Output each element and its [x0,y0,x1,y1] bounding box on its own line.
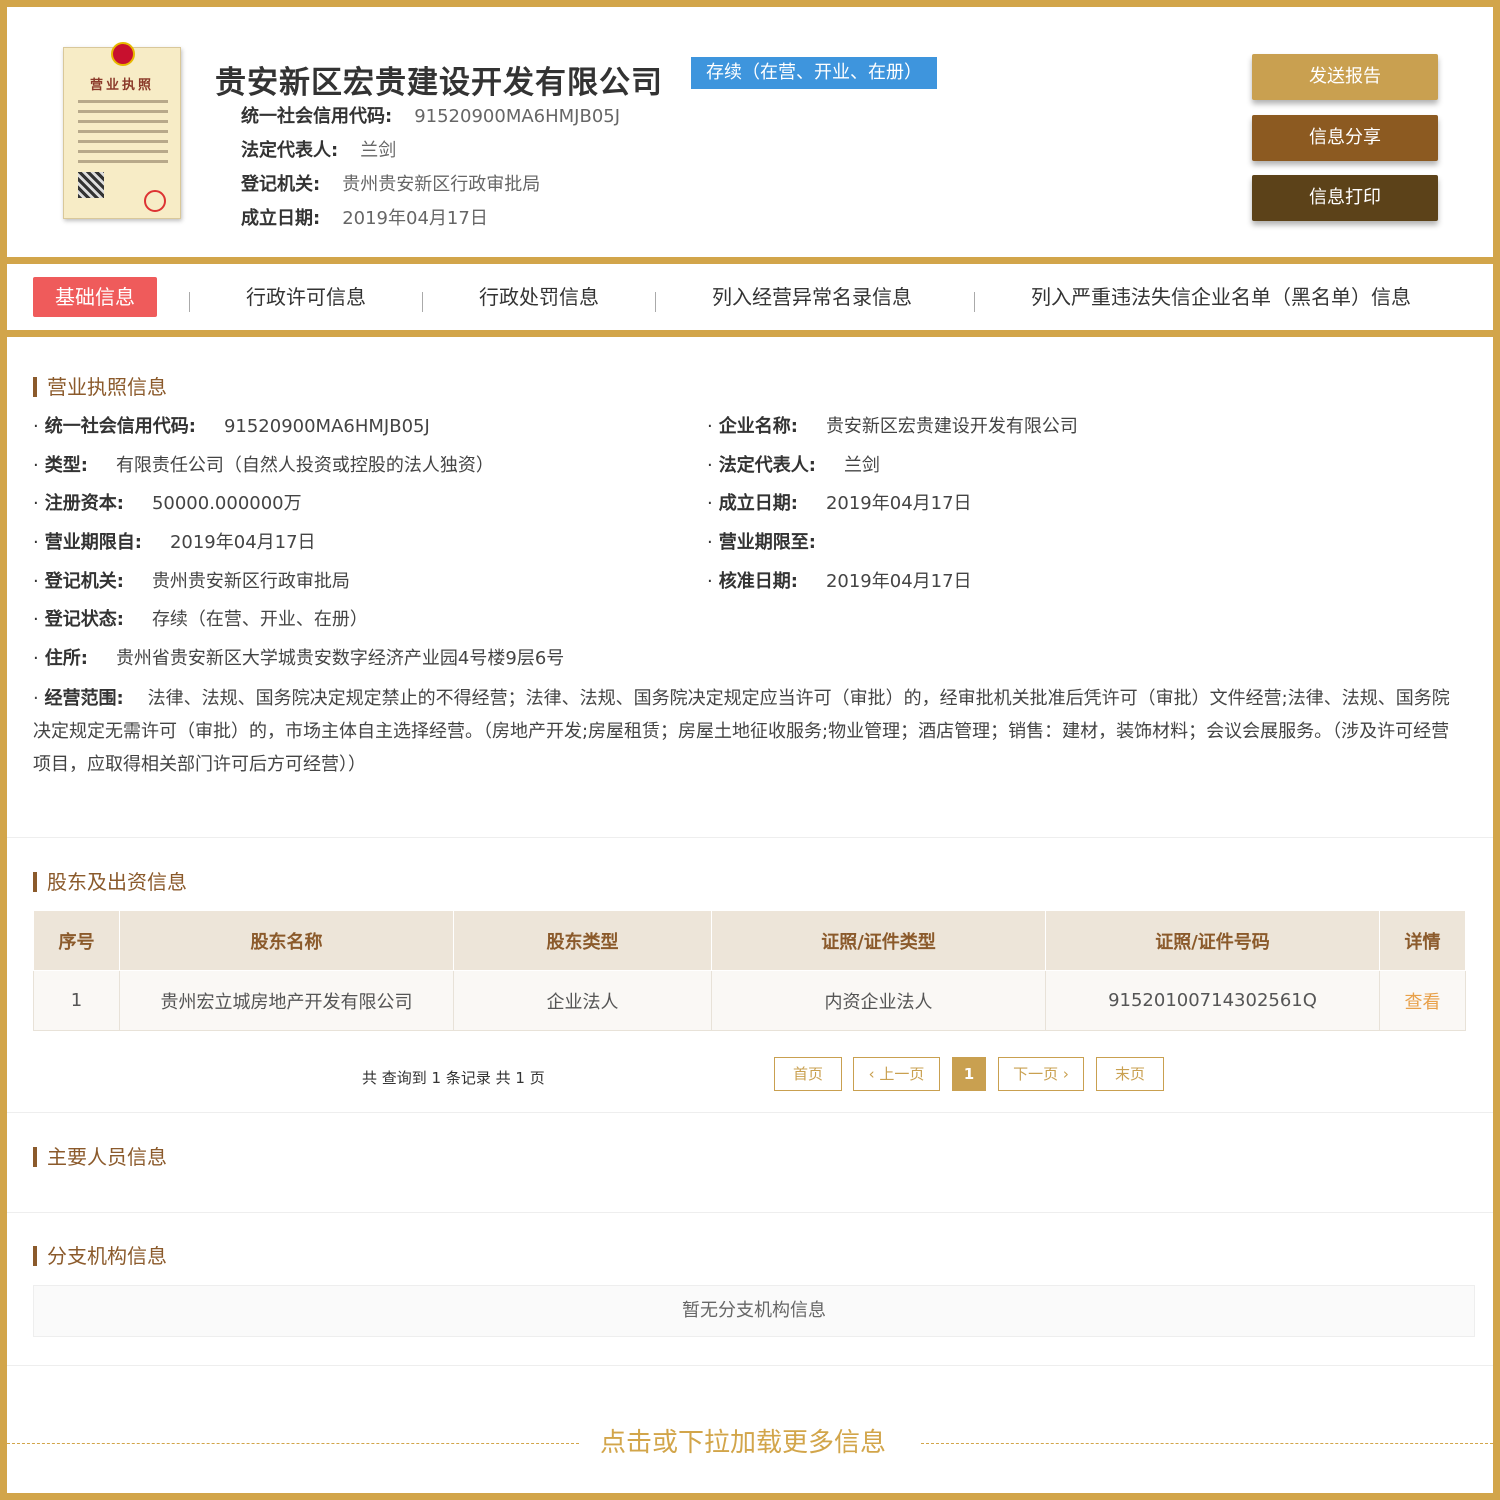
seal-icon [144,190,166,212]
info-type: · 类型: 有限责任公司（自然人投资或控股的法人独资） [33,455,494,476]
qr-code-icon [78,172,104,198]
pager-next-button[interactable]: 下一页 › [998,1057,1084,1091]
cell-id-type: 内资企业法人 [711,970,1046,1031]
tab-blacklist[interactable]: 列入严重违法失信企业名单（黑名单）信息 [1031,277,1411,317]
dashed-line [7,1443,579,1444]
tab-separator [655,292,656,312]
header-field-credit-code: 统一社会信用代码: 91520900MA6HMJB05J [241,106,621,127]
info-term-from: · 营业期限自: 2019年04月17日 [33,532,316,553]
cell-id-number: 91520100714302561Q [1045,970,1380,1031]
col-index: 序号 [33,910,120,971]
share-info-button[interactable]: 信息分享 [1252,115,1438,161]
section-title: 股东及出资信息 [33,870,187,894]
table-header-row: 序号 股东名称 股东类型 证照/证件类型 证照/证件号码 详情 [33,910,1466,971]
send-report-button[interactable]: 发送报告 [1252,54,1438,100]
dashed-line [921,1443,1493,1444]
tab-admin-penalty[interactable]: 行政处罚信息 [479,277,599,317]
info-address: · 住所: 贵州省贵安新区大学城贵安数字经济产业园4号楼9层6号 [33,648,565,669]
header-field-legal-rep: 法定代表人: 兰剑 [241,140,397,161]
business-license-image[interactable]: 营业执照 [63,42,181,219]
info-status: · 登记状态: 存续（在营、开业、在册） [33,609,368,630]
pager-last-button[interactable]: 末页 [1096,1057,1164,1091]
section-title: 分支机构信息 [33,1244,167,1268]
tab-bar: 基础信息 行政许可信息 行政处罚信息 列入经营异常名录信息 列入严重违法失信企业… [7,264,1493,330]
tab-separator [974,292,975,312]
tab-admin-license[interactable]: 行政许可信息 [246,277,366,317]
tab-abnormal-list[interactable]: 列入经营异常名录信息 [712,277,912,317]
load-more-text[interactable]: 点击或下拉加载更多信息 [600,1423,886,1463]
branch-empty-message: 暂无分支机构信息 [33,1285,1475,1337]
page-frame: 营业执照 贵安新区宏贵建设开发有限公司 存续（在营、开业、在册） 统一社会信用代… [7,7,1493,1493]
info-legal-rep: · 法定代表人: 兰剑 [707,455,880,476]
tab-basic-info[interactable]: 基础信息 [33,277,157,317]
divider [7,257,1493,264]
tab-separator [189,292,190,312]
cell-shareholder-type: 企业法人 [453,970,712,1031]
license-text-lines [78,100,168,170]
col-details: 详情 [1379,910,1466,971]
print-info-button[interactable]: 信息打印 [1252,175,1438,221]
info-authority: · 登记机关: 贵州贵安新区行政审批局 [33,571,350,592]
table-row: 1 贵州宏立城房地产开发有限公司 企业法人 内资企业法人 91520100714… [33,970,1466,1031]
shareholder-table: 序号 股东名称 股东类型 证照/证件类型 证照/证件号码 详情 1 贵州宏立城房… [33,910,1466,1031]
pager-current-page[interactable]: 1 [952,1057,986,1091]
business-scope: · 经营范围: 法律、法规、国务院决定规定禁止的不得经营；法律、法规、国务院决定规… [33,688,1450,775]
divider [7,330,1493,337]
license-info-section: 营业执照信息 · 统一社会信用代码: 91520900MA6HMJB05J · 类型:… [7,337,1493,837]
cell-shareholder-name: 贵州宏立城房地产开发有限公司 [119,970,454,1031]
pager-summary: 共 查询到 1 条记录 共 1 页 [362,1069,545,1087]
col-shareholder-name: 股东名称 [119,910,454,971]
col-id-number: 证照/证件号码 [1045,910,1380,971]
info-credit-code: · 统一社会信用代码: 91520900MA6HMJB05J [33,416,430,437]
section-divider [7,1365,1493,1366]
col-shareholder-type: 股东类型 [453,910,712,971]
info-capital: · 注册资本: 50000.000000万 [33,493,302,514]
section-title: 主要人员信息 [33,1145,167,1169]
info-founded: · 成立日期: 2019年04月17日 [707,493,972,514]
col-id-type: 证照/证件类型 [711,910,1046,971]
section-divider [7,1112,1493,1113]
header-field-founded: 成立日期: 2019年04月17日 [241,208,488,229]
load-more[interactable]: 点击或下拉加载更多信息 [7,1423,1493,1463]
info-company-name: · 企业名称: 贵安新区宏贵建设开发有限公司 [707,416,1078,437]
info-approval-date: · 核准日期: 2019年04月17日 [707,571,972,592]
section-divider [7,837,1493,838]
section-title: 营业执照信息 [33,375,167,399]
view-details-link[interactable]: 查看 [1379,970,1466,1031]
company-name: 贵安新区宏贵建设开发有限公司 [215,65,663,101]
tab-separator [422,292,423,312]
section-divider [7,1212,1493,1213]
info-term-to: · 营业期限至: [707,532,816,553]
license-title: 营业执照 [89,78,154,93]
company-header: 营业执照 贵安新区宏贵建设开发有限公司 存续（在营、开业、在册） 统一社会信用代… [7,7,1493,257]
chevron-left-icon: ‹ [868,1065,880,1083]
header-field-authority: 登记机关: 贵州贵安新区行政审批局 [241,174,541,195]
header-info: 统一社会信用代码: 91520900MA6HMJB05J 法定代表人: 兰剑 登记机… [241,100,620,236]
pager-first-button[interactable]: 首页 [774,1057,842,1091]
chevron-right-icon: › [1058,1065,1069,1083]
status-badge: 存续（在营、开业、在册） [691,57,937,89]
cell-index: 1 [33,970,120,1031]
national-emblem-icon [111,42,135,66]
pager-prev-button[interactable]: ‹ 上一页 [853,1057,940,1091]
